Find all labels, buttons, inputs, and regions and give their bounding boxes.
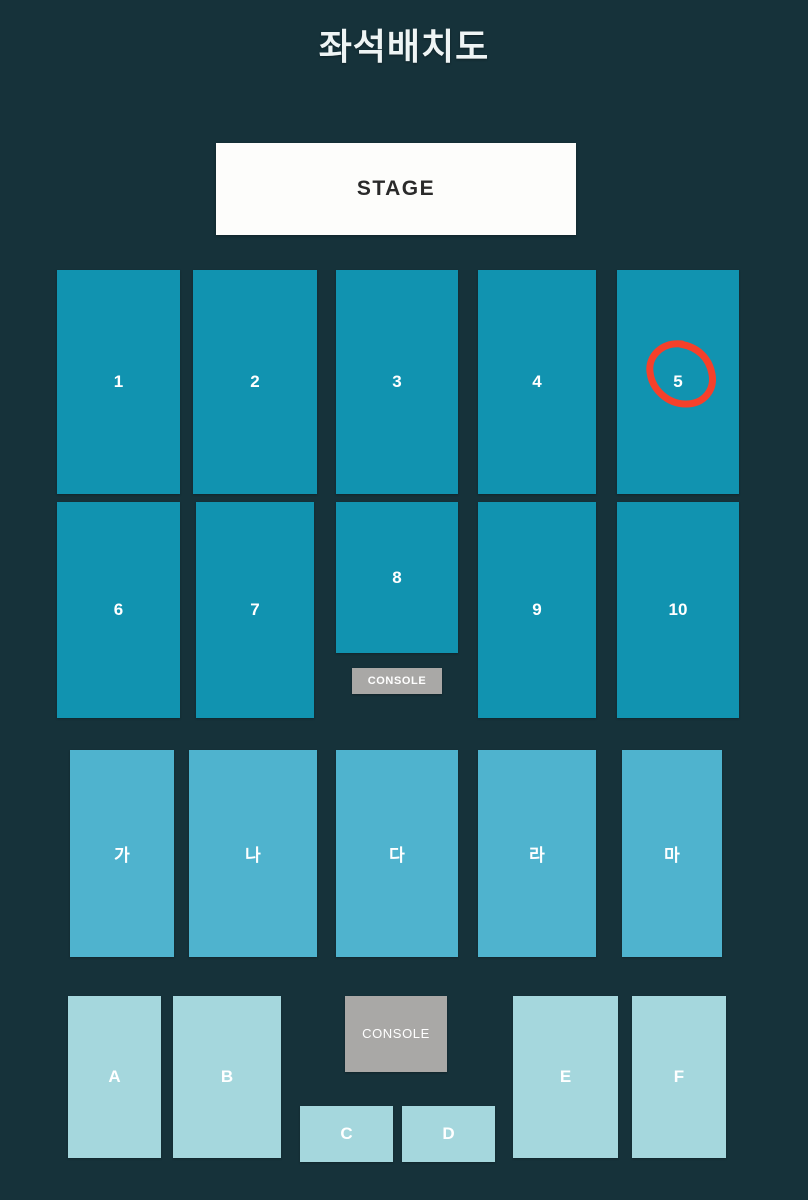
seat-block-B[interactable]: B bbox=[173, 996, 281, 1158]
seat-block-마[interactable]: 마 bbox=[622, 750, 722, 957]
seat-block-나[interactable]: 나 bbox=[189, 750, 317, 957]
seat-block-F[interactable]: F bbox=[632, 996, 726, 1158]
seat-block-7[interactable]: 7 bbox=[196, 502, 314, 718]
seat-block-9[interactable]: 9 bbox=[478, 502, 596, 718]
console-lower: CONSOLE bbox=[345, 996, 447, 1072]
seat-map-container: 좌석배치도 STAGE 1 2 3 4 5 6 7 8 9 10 가 나 다 라 마 A B C D E F CONSOL… bbox=[0, 0, 808, 1200]
seat-block-다[interactable]: 다 bbox=[336, 750, 458, 957]
seat-block-1[interactable]: 1 bbox=[57, 270, 180, 494]
seat-block-3[interactable]: 3 bbox=[336, 270, 458, 494]
seat-block-라[interactable]: 라 bbox=[478, 750, 596, 957]
stage-label: STAGE bbox=[356, 177, 436, 200]
console-upper: CONSOLE bbox=[352, 668, 442, 694]
seat-block-A[interactable]: A bbox=[68, 996, 161, 1158]
seat-block-4[interactable]: 4 bbox=[478, 270, 596, 494]
page-title: 좌석배치도 bbox=[318, 26, 490, 67]
seat-block-E[interactable]: E bbox=[513, 996, 618, 1158]
seat-block-D[interactable]: D bbox=[402, 1106, 495, 1162]
seat-block-10[interactable]: 10 bbox=[617, 502, 739, 718]
seat-block-가[interactable]: 가 bbox=[70, 750, 174, 957]
seat-block-5[interactable]: 5 bbox=[617, 270, 739, 494]
seat-block-6[interactable]: 6 bbox=[57, 502, 180, 718]
seat-block-8[interactable]: 8 bbox=[336, 502, 458, 653]
stage-block: STAGE bbox=[216, 143, 576, 235]
seat-block-2[interactable]: 2 bbox=[193, 270, 317, 494]
seat-block-C[interactable]: C bbox=[300, 1106, 393, 1162]
